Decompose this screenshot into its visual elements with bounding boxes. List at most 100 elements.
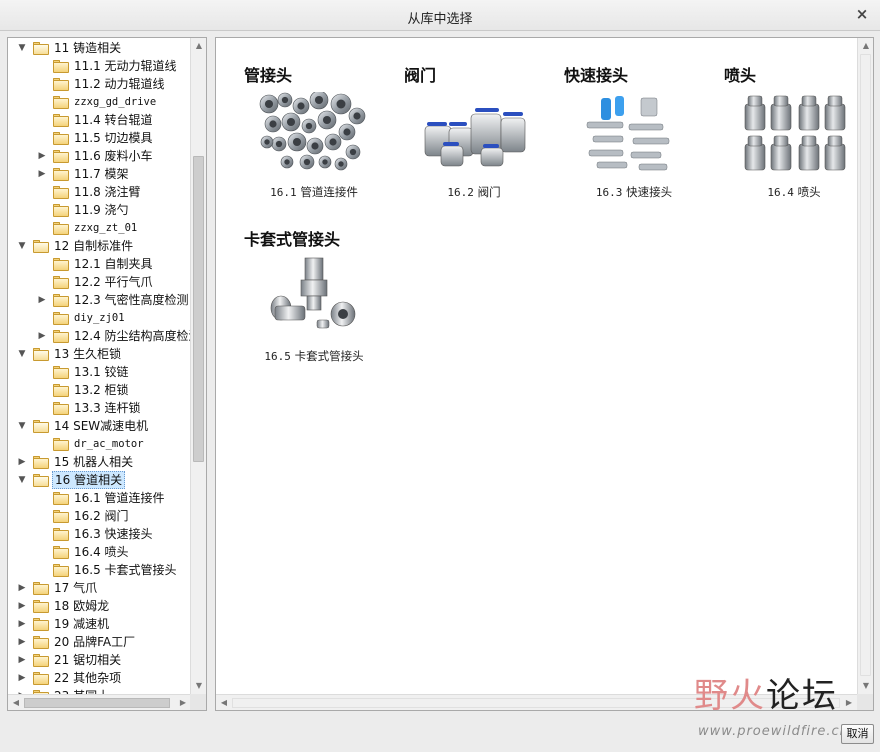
tree-node[interactable]: ▶ 18 欧姆龙 [8, 597, 191, 615]
tree-horizontal-scrollbar[interactable]: ◀ ▶ [8, 694, 191, 710]
tree-node[interactable]: ▼ 16 管道相关 [8, 471, 191, 489]
tree-node-label[interactable]: 12 自制标准件 [52, 237, 135, 255]
tree-node-label[interactable]: 20 品牌FA工厂 [52, 633, 137, 651]
content-vertical-scroll-thumb[interactable] [860, 54, 871, 676]
tree-node[interactable]: ▼ 12 自制标准件 [8, 237, 191, 255]
expand-arrow-icon[interactable]: ▶ [36, 291, 48, 309]
expand-arrow-icon[interactable]: ▶ [36, 147, 48, 165]
quick-connectors-thumbnail[interactable] [579, 92, 689, 172]
tree-node[interactable]: 11.8 浇注臂 [8, 183, 191, 201]
tree-node[interactable]: ▶ 17 气爪 [8, 579, 191, 597]
tree-node[interactable]: ▶ 20 品牌FA工厂 [8, 633, 191, 651]
tree-node[interactable]: ▼ 11 铸造相关 [8, 39, 191, 57]
expand-arrow-icon[interactable]: ▶ [16, 687, 28, 694]
tree-node[interactable]: 13.2 柜锁 [8, 381, 191, 399]
tree-node-label[interactable]: 23 其园十 [52, 687, 111, 694]
tree-node[interactable]: ▼ 13 生久柜锁 [8, 345, 191, 363]
tree-node-label[interactable]: 11.5 切边模具 [72, 129, 155, 147]
tree-node-label[interactable]: zzxg_zt_01 [72, 219, 139, 237]
cancel-button[interactable]: 取消 [841, 724, 874, 744]
tree-node[interactable]: ▶ 11.7 模架 [8, 165, 191, 183]
tree-node[interactable]: 16.3 快速接头 [8, 525, 191, 543]
library-item-card[interactable]: 阀门 16.2 阀门 [394, 62, 544, 212]
tree-node[interactable]: 16.4 喷头 [8, 543, 191, 561]
tree-node-label[interactable]: 18 欧姆龙 [52, 597, 111, 615]
tree-node-label[interactable]: 11.2 动力辊道线 [72, 75, 167, 93]
tree-node-label[interactable]: 11.7 模架 [72, 165, 131, 183]
library-tree[interactable]: ▼ 11 铸造相关 11.1 无动力辊道线 11.2 动力辊道线 zzxg_gd_dri… [8, 38, 191, 694]
tree-node-label[interactable]: dr_ac_motor [72, 435, 146, 453]
item-caption[interactable]: 16.4 喷头 [714, 184, 873, 200]
scroll-up-arrow-icon[interactable]: ▲ [858, 38, 873, 54]
tree-node[interactable]: 16.2 阀门 [8, 507, 191, 525]
tree-node-label[interactable]: 12.3 气密性高度检测 [72, 291, 191, 309]
tree-node[interactable]: ▶ 11.6 废料小车 [8, 147, 191, 165]
expand-arrow-icon[interactable]: ▶ [36, 165, 48, 183]
tree-node-label[interactable]: 12.4 防尘结构高度检测 [72, 327, 191, 345]
tree-node[interactable]: diy_zj01 [8, 309, 191, 327]
scroll-down-arrow-icon[interactable]: ▼ [191, 678, 206, 694]
tree-node-label[interactable]: 11.8 浇注臂 [72, 183, 143, 201]
item-caption[interactable]: 16.3 快速接头 [554, 184, 714, 200]
tree-vertical-scroll-thumb[interactable] [193, 156, 204, 462]
tree-node-label[interactable]: 11.4 转台辊道 [72, 111, 155, 129]
tree-node-label[interactable]: 22 其他杂项 [52, 669, 123, 687]
tree-horizontal-scroll-thumb[interactable] [24, 698, 170, 708]
tree-node-label[interactable]: 13 生久柜锁 [52, 345, 123, 363]
tree-node-label[interactable]: 16.2 阀门 [72, 507, 131, 525]
tree-node-label[interactable]: 21 锯切相关 [52, 651, 123, 669]
tree-node-label[interactable]: 13.3 连杆锁 [72, 399, 143, 417]
scroll-up-arrow-icon[interactable]: ▲ [191, 38, 206, 54]
collapse-arrow-icon[interactable]: ▼ [16, 237, 28, 255]
tree-node[interactable]: 13.1 铰链 [8, 363, 191, 381]
tree-node[interactable]: 16.1 管道连接件 [8, 489, 191, 507]
tree-node[interactable]: 12.2 平行气爪 [8, 273, 191, 291]
tree-node-label[interactable]: 14 SEW减速电机 [52, 417, 150, 435]
library-item-card[interactable]: 管接头 16.1 管道连接件 [234, 62, 384, 212]
tree-node[interactable]: zzxg_zt_01 [8, 219, 191, 237]
tree-node[interactable]: 13.3 连杆锁 [8, 399, 191, 417]
item-caption[interactable]: 16.2 阀门 [394, 184, 554, 200]
expand-arrow-icon[interactable]: ▶ [36, 327, 48, 345]
tree-node[interactable]: ▶ 22 其他杂项 [8, 669, 191, 687]
nozzles-thumbnail[interactable] [739, 92, 849, 172]
tree-node[interactable]: 11.1 无动力辊道线 [8, 57, 191, 75]
tree-node-label[interactable]: zzxg_gd_drive [72, 93, 158, 111]
tree-node[interactable]: 11.9 浇勺 [8, 201, 191, 219]
tree-node[interactable]: 11.4 转台辊道 [8, 111, 191, 129]
tree-node[interactable]: ▶ 23 其园十 [8, 687, 191, 694]
expand-arrow-icon[interactable]: ▶ [16, 615, 28, 633]
tree-node[interactable]: 12.1 自制夹具 [8, 255, 191, 273]
tree-node-label[interactable]: 13.2 柜锁 [72, 381, 131, 399]
tree-node[interactable]: ▶ 12.3 气密性高度检测 [8, 291, 191, 309]
tree-node[interactable]: ▶ 15 机器人相关 [8, 453, 191, 471]
ferrule-fittings-thumbnail[interactable] [259, 256, 369, 336]
collapse-arrow-icon[interactable]: ▼ [16, 471, 28, 489]
tree-node[interactable]: dr_ac_motor [8, 435, 191, 453]
tree-node[interactable]: ▶ 21 锯切相关 [8, 651, 191, 669]
tree-node[interactable]: ▶ 12.4 防尘结构高度检测 [8, 327, 191, 345]
tree-vertical-scrollbar[interactable]: ▲ ▼ [190, 38, 206, 694]
valves-thumbnail[interactable] [419, 92, 529, 172]
scroll-left-arrow-icon[interactable]: ◀ [8, 695, 24, 710]
tree-node[interactable]: 16.5 卡套式管接头 [8, 561, 191, 579]
pipe-fittings-thumbnail[interactable] [259, 90, 369, 172]
tree-node-label[interactable]: 11.1 无动力辊道线 [72, 57, 179, 75]
expand-arrow-icon[interactable]: ▶ [16, 651, 28, 669]
tree-node-label[interactable]: 16.5 卡套式管接头 [72, 561, 179, 579]
item-caption[interactable]: 16.5 卡套式管接头 [234, 348, 394, 364]
tree-node[interactable]: 11.2 动力辊道线 [8, 75, 191, 93]
tree-node-label[interactable]: 19 减速机 [52, 615, 111, 633]
tree-node-label[interactable]: 12.2 平行气爪 [72, 273, 155, 291]
tree-node-label[interactable]: diy_zj01 [72, 309, 127, 327]
tree-node-label[interactable]: 11.9 浇勺 [72, 201, 131, 219]
tree-node-label[interactable]: 11.6 废料小车 [72, 147, 155, 165]
collapse-arrow-icon[interactable]: ▼ [16, 39, 28, 57]
tree-node-label[interactable]: 12.1 自制夹具 [72, 255, 155, 273]
expand-arrow-icon[interactable]: ▶ [16, 579, 28, 597]
expand-arrow-icon[interactable]: ▶ [16, 669, 28, 687]
tree-node-label[interactable]: 15 机器人相关 [52, 453, 135, 471]
scroll-left-arrow-icon[interactable]: ◀ [216, 695, 232, 710]
tree-node-label[interactable]: 16.1 管道连接件 [72, 489, 167, 507]
tree-node-label[interactable]: 13.1 铰链 [72, 363, 131, 381]
